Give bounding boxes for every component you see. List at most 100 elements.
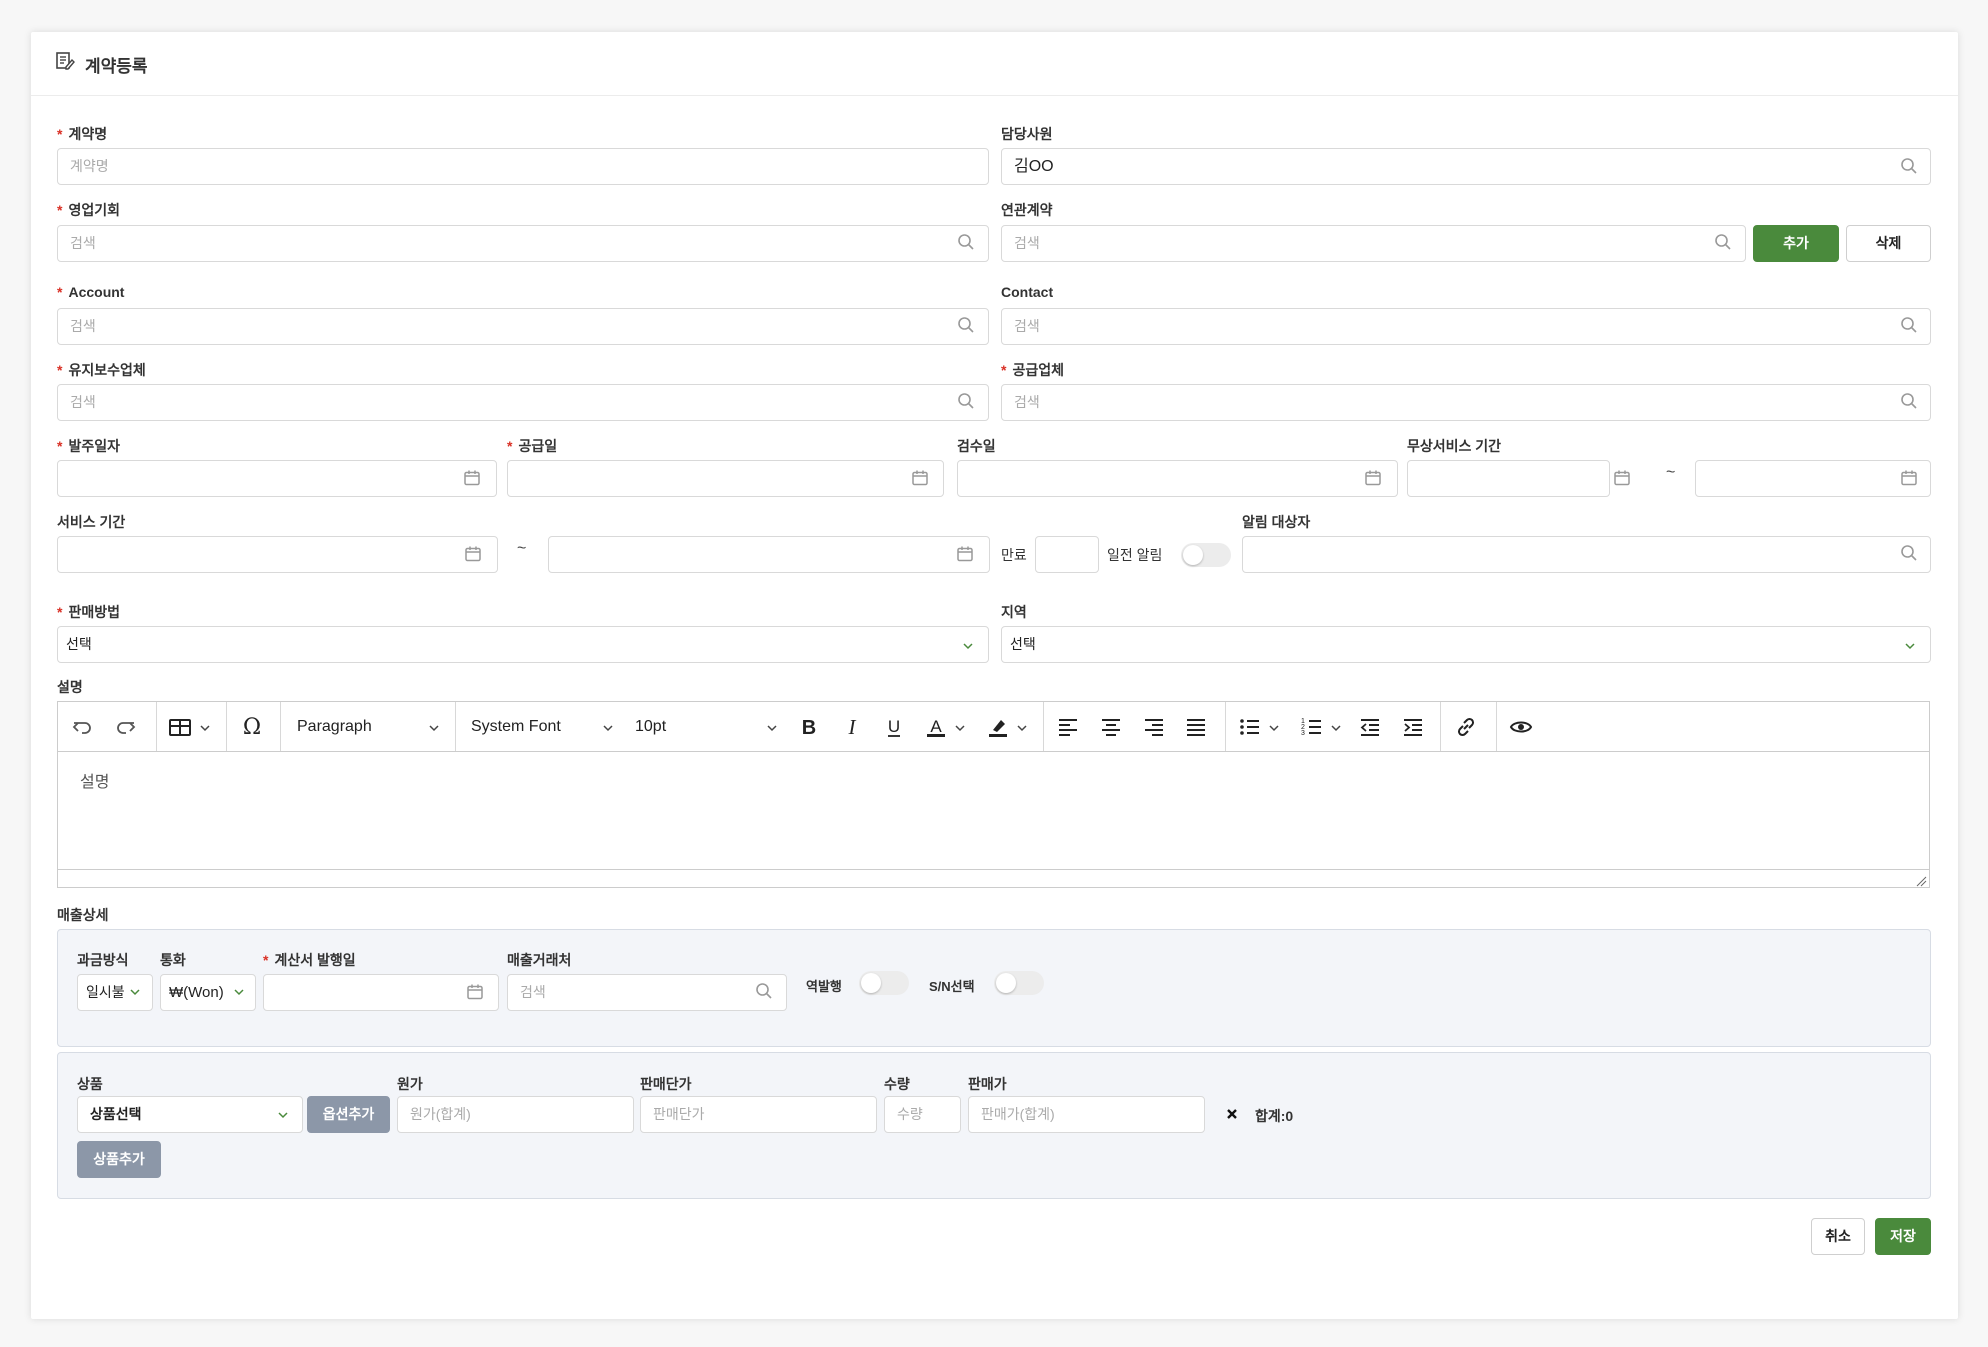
chevron-down-icon[interactable] — [954, 721, 966, 733]
region-select[interactable]: 선택 — [1001, 626, 1931, 663]
sales-method-label: 판매방법 — [57, 602, 120, 622]
font-size-select[interactable]: 10pt — [635, 715, 666, 739]
notify-target-input[interactable] — [1242, 536, 1931, 573]
search-icon[interactable] — [1900, 316, 1918, 334]
sn-select-toggle[interactable] — [994, 971, 1044, 995]
reverse-issue-label: 역발행 — [806, 979, 842, 994]
italic-icon[interactable]: I — [840, 715, 864, 739]
cost-input[interactable]: 원가(합계) — [397, 1096, 634, 1133]
sn-select-label: S/N선택 — [929, 979, 975, 994]
cost-label: 원가 — [397, 1076, 423, 1092]
special-character-icon[interactable]: Ω — [240, 715, 264, 740]
supplier-input[interactable]: 검색 — [1001, 384, 1931, 421]
order-date-label: 발주일자 — [57, 436, 120, 456]
contract-form-card: 계약등록 계약명 계약명 담당사원 김OO 영업기회 검색 연관계약 검색 추가… — [31, 32, 1958, 1319]
highlight-color-icon[interactable] — [986, 715, 1010, 739]
chevron-down-icon[interactable] — [1268, 721, 1280, 733]
chevron-down-icon[interactable] — [766, 721, 778, 733]
bold-icon[interactable]: B — [797, 715, 821, 739]
search-icon[interactable] — [957, 233, 975, 251]
sale-price-input[interactable]: 판매가(합계) — [968, 1096, 1205, 1133]
add-product-button[interactable]: 상품추가 — [77, 1141, 161, 1178]
calendar-icon[interactable] — [956, 545, 974, 563]
calendar-icon[interactable] — [466, 983, 484, 1001]
supply-date-input[interactable] — [507, 460, 944, 497]
numbered-list-icon[interactable]: 123 — [1300, 715, 1324, 739]
calendar-icon[interactable] — [463, 469, 481, 487]
calendar-icon[interactable] — [1900, 469, 1918, 487]
chevron-down-icon[interactable] — [428, 721, 440, 733]
search-icon[interactable] — [1900, 157, 1918, 175]
search-icon[interactable] — [755, 982, 773, 1000]
save-button[interactable]: 저장 — [1875, 1218, 1931, 1255]
align-center-icon[interactable] — [1099, 715, 1123, 739]
invoice-date-label: 계산서 발행일 — [263, 950, 355, 970]
chevron-down-icon[interactable] — [602, 721, 614, 733]
calendar-icon[interactable] — [1613, 469, 1631, 487]
chevron-down-icon[interactable] — [1016, 721, 1028, 733]
contract-name-input[interactable]: 계약명 — [57, 148, 989, 185]
search-icon[interactable] — [957, 316, 975, 334]
search-icon[interactable] — [1900, 544, 1918, 562]
delete-related-contract-button[interactable]: 삭제 — [1846, 225, 1931, 262]
align-right-icon[interactable] — [1142, 715, 1166, 739]
calendar-icon[interactable] — [911, 469, 929, 487]
sales-partner-label: 매출거래처 — [507, 952, 572, 968]
sales-partner-input[interactable]: 검색 — [507, 974, 787, 1011]
reverse-issue-toggle[interactable] — [859, 971, 909, 995]
outdent-icon[interactable] — [1358, 715, 1382, 739]
inspection-date-input[interactable] — [957, 460, 1398, 497]
search-icon[interactable] — [1714, 233, 1732, 251]
font-family-select[interactable]: System Font — [471, 715, 561, 739]
bullet-list-icon[interactable] — [1238, 715, 1262, 739]
paragraph-format-select[interactable]: Paragraph — [297, 715, 372, 739]
supply-date-label: 공급일 — [507, 436, 557, 456]
align-left-icon[interactable] — [1056, 715, 1080, 739]
editor-statusbar — [58, 869, 1929, 887]
sales-method-select[interactable]: 선택 — [57, 626, 989, 663]
text-color-icon[interactable]: A — [924, 715, 948, 739]
redo-icon[interactable] — [114, 715, 138, 739]
underline-icon[interactable]: U — [882, 715, 906, 739]
description-editor[interactable]: Ω Paragraph System Font 10pt B I U A 123 — [57, 701, 1930, 888]
table-icon[interactable] — [168, 715, 192, 739]
billing-method-select[interactable]: 일시불 — [77, 974, 153, 1011]
order-date-input[interactable] — [57, 460, 497, 497]
invoice-date-input[interactable] — [263, 974, 499, 1011]
calendar-icon[interactable] — [464, 545, 482, 563]
product-select[interactable]: 상품선택 — [77, 1096, 303, 1133]
close-icon[interactable] — [1225, 1107, 1239, 1121]
expiry-days-input[interactable] — [1035, 536, 1099, 573]
chevron-down-icon[interactable] — [199, 721, 211, 733]
description-label: 설명 — [57, 679, 83, 695]
related-contract-input[interactable]: 검색 — [1001, 225, 1746, 262]
maintenance-vendor-input[interactable]: 검색 — [57, 384, 989, 421]
quantity-input[interactable]: 수량 — [884, 1096, 961, 1133]
search-icon[interactable] — [1900, 392, 1918, 410]
sales-opportunity-input[interactable]: 검색 — [57, 225, 989, 262]
account-input[interactable]: 검색 — [57, 308, 989, 345]
undo-icon[interactable] — [70, 715, 94, 739]
preview-eye-icon[interactable] — [1509, 715, 1533, 739]
cancel-button[interactable]: 취소 — [1811, 1218, 1865, 1255]
sale-price-label: 판매가 — [968, 1076, 1007, 1092]
service-end-input[interactable] — [548, 536, 990, 573]
calendar-icon[interactable] — [1364, 469, 1382, 487]
add-option-button[interactable]: 옵션추가 — [307, 1096, 390, 1133]
unit-price-input[interactable]: 판매단가 — [640, 1096, 877, 1133]
advance-notice-label: 일전 알림 — [1107, 547, 1163, 563]
add-related-contract-button[interactable]: 추가 — [1753, 225, 1839, 262]
contact-input[interactable]: 검색 — [1001, 308, 1931, 345]
service-start-input[interactable] — [57, 536, 498, 573]
indent-icon[interactable] — [1401, 715, 1425, 739]
align-justify-icon[interactable] — [1184, 715, 1208, 739]
expiry-label: 만료 — [1001, 547, 1027, 563]
link-icon[interactable] — [1454, 715, 1478, 739]
search-icon[interactable] — [957, 392, 975, 410]
advance-notice-toggle[interactable] — [1181, 543, 1231, 567]
manager-input[interactable]: 김OO — [1001, 148, 1931, 185]
resize-handle-icon[interactable] — [1915, 874, 1927, 887]
free-service-end-input[interactable] — [1695, 460, 1931, 497]
free-service-start-input[interactable] — [1407, 460, 1610, 497]
chevron-down-icon[interactable] — [1330, 721, 1342, 733]
